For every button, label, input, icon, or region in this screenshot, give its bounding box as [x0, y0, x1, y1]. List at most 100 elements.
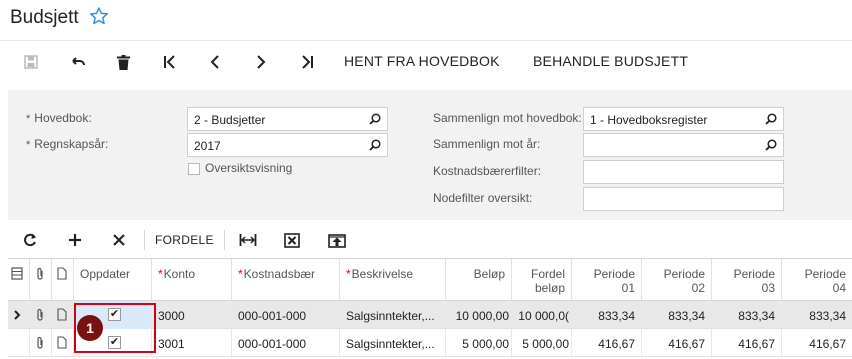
node-filter-label: Nodefilter oversikt: — [433, 191, 533, 205]
row-note[interactable] — [52, 301, 74, 329]
cost-cell[interactable]: 000-001-000 — [232, 301, 340, 329]
fit-columns-button[interactable] — [238, 230, 258, 250]
row-attachment[interactable] — [30, 329, 52, 357]
search-icon[interactable] — [369, 113, 381, 125]
title-bar: Budsjett — [0, 0, 852, 36]
period-04-cell[interactable]: 833,34 — [782, 301, 852, 329]
compare-year-field[interactable] — [583, 133, 784, 157]
description-cell[interactable]: Salgsinntekter,... — [340, 329, 446, 357]
plus-icon — [69, 234, 81, 246]
first-icon — [164, 55, 175, 69]
description-column-header[interactable]: *Beskrivelse — [340, 259, 446, 301]
process-budget-button[interactable]: BEHANDLE BUDSJETT — [533, 53, 688, 69]
grid-toolbar: FORDELE — [8, 222, 852, 258]
delete-button[interactable] — [114, 51, 132, 73]
node-filter-field[interactable] — [583, 187, 784, 211]
account-column-header[interactable]: *Konto — [152, 259, 232, 301]
upload-button[interactable] — [327, 230, 347, 250]
search-icon[interactable] — [765, 113, 777, 125]
amount-column-header[interactable]: Beløp — [446, 259, 512, 301]
main-toolbar: HENT FRA HOVEDBOK BEHANDLE BUDSJETT — [0, 40, 852, 82]
period-01-header-line1: Periode — [593, 267, 635, 281]
period-03-header-line1: Periode — [733, 267, 775, 281]
cost-filter-field[interactable] — [583, 160, 784, 184]
export-excel-button[interactable] — [283, 230, 301, 250]
next-record-button[interactable] — [251, 51, 271, 73]
period-02-header-line1: Periode — [663, 267, 705, 281]
amount-cell[interactable]: 10 000,00 — [446, 301, 512, 329]
undo-button[interactable] — [68, 51, 88, 73]
paperclip-icon — [37, 267, 43, 280]
save-button[interactable] — [22, 51, 40, 73]
period-04-column-header[interactable]: Periode 04 — [782, 259, 852, 301]
account-cell[interactable]: 3001 — [152, 329, 232, 357]
distributed-header-line1: Fordel — [530, 267, 565, 281]
period-01-cell[interactable]: 833,34 — [572, 301, 642, 329]
update-column-header[interactable]: Oppdater — [74, 259, 152, 301]
previous-record-button[interactable] — [205, 51, 225, 73]
period-02-column-header[interactable]: Periode 02 — [642, 259, 712, 301]
distribute-button[interactable]: FORDELE — [155, 233, 214, 247]
amount-cell[interactable]: 5 000,00 — [446, 329, 512, 357]
row-indicator — [8, 301, 30, 329]
cost-column-label: Kostnadsbær — [243, 267, 316, 281]
compare-ledger-field[interactable]: 1 - Hovedboksregister — [583, 107, 784, 131]
period-01-column-header[interactable]: Periode 01 — [572, 259, 642, 301]
period-04-header-line2: 04 — [832, 281, 846, 295]
description-cell[interactable]: Salgsinntekter,... — [340, 301, 446, 329]
search-icon[interactable] — [765, 139, 777, 151]
row-attachment[interactable] — [30, 301, 52, 329]
favorite-star-icon[interactable] — [89, 6, 109, 26]
account-cell[interactable]: 3000 — [152, 301, 232, 329]
period-03-column-header[interactable]: Periode 03 — [712, 259, 782, 301]
add-row-button[interactable] — [67, 230, 83, 250]
search-icon[interactable] — [369, 139, 381, 151]
step-number-badge: 1 — [77, 315, 103, 341]
cost-filter-label: Kostnadsbærerfilter: — [433, 164, 542, 178]
upload-icon — [328, 234, 346, 248]
period-02-cell[interactable]: 833,34 — [642, 301, 712, 329]
chevron-right-icon — [257, 55, 266, 69]
cost-cell[interactable]: 000-001-000 — [232, 329, 340, 357]
period-03-cell[interactable]: 416,67 — [712, 329, 782, 357]
tree-view-checkbox[interactable] — [188, 163, 200, 175]
row-indicator — [8, 329, 30, 357]
delete-row-button[interactable] — [111, 230, 127, 250]
distributed-column-header[interactable]: Fordel beløp — [512, 259, 572, 301]
ledger-field[interactable]: 2 - Budsjetter — [187, 107, 388, 131]
distributed-cell[interactable]: 5 000,00 — [512, 329, 572, 357]
compare-year-label: Sammenlign mot år: — [433, 137, 541, 151]
current-row-arrow-icon — [14, 310, 21, 320]
required-marker: * — [158, 267, 163, 281]
trash-icon — [116, 54, 130, 70]
period-01-header-line2: 01 — [621, 281, 635, 295]
column-settings-icon — [11, 267, 23, 280]
compare-ledger-label: Sammenlign mot hovedbok: — [433, 111, 582, 125]
fetch-from-ledger-button[interactable]: HENT FRA HOVEDBOK — [344, 53, 500, 69]
period-02-cell[interactable]: 416,67 — [642, 329, 712, 357]
compare-ledger-value: 1 - Hovedboksregister — [590, 113, 708, 127]
first-record-button[interactable] — [160, 51, 180, 73]
refresh-icon — [24, 233, 36, 247]
last-record-button[interactable] — [297, 51, 317, 73]
period-04-cell[interactable]: 416,67 — [782, 329, 852, 357]
ledger-label: Hovedbok: — [26, 111, 91, 125]
last-icon — [302, 55, 313, 69]
note-icon — [57, 267, 67, 280]
row-select-header[interactable] — [8, 259, 30, 301]
period-04-header-line1: Periode — [804, 267, 846, 281]
period-02-header-line2: 02 — [691, 281, 705, 295]
period-01-cell[interactable]: 416,67 — [572, 329, 642, 357]
row-note[interactable] — [52, 329, 74, 357]
period-03-header-line2: 03 — [761, 281, 775, 295]
distributed-cell[interactable]: 10 000,0( — [512, 301, 572, 329]
period-03-cell[interactable]: 833,34 — [712, 301, 782, 329]
fiscal-year-field[interactable]: 2017 — [187, 133, 388, 157]
refresh-button[interactable] — [22, 230, 38, 250]
required-marker: * — [238, 267, 243, 281]
note-header — [52, 259, 74, 301]
save-icon — [24, 55, 38, 69]
excel-icon — [284, 232, 300, 248]
close-icon — [113, 234, 125, 246]
cost-column-header[interactable]: *Kostnadsbær — [232, 259, 340, 301]
